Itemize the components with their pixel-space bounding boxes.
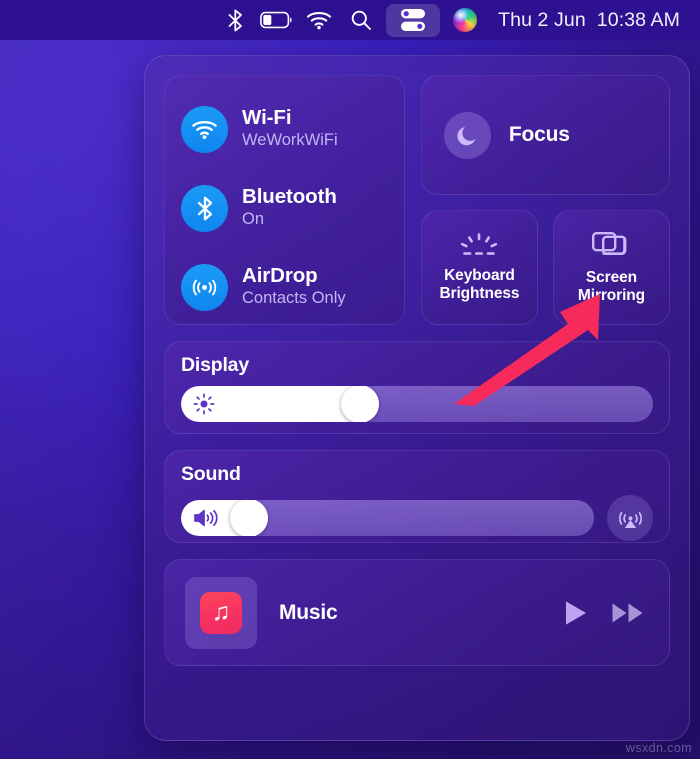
siri-icon[interactable] <box>444 0 486 40</box>
control-center-top-row: Wi-Fi WeWorkWiFi Bluetooth On AirDrop Co… <box>164 75 671 325</box>
fast-forward-icon[interactable] <box>611 599 645 627</box>
battery-icon[interactable] <box>256 0 298 40</box>
keyboard-brightness-line2: Brightness <box>439 285 520 302</box>
music-app-name: Music <box>279 600 338 624</box>
airdrop-text: AirDrop Contacts Only <box>242 264 346 309</box>
bluetooth-icon[interactable] <box>214 0 256 40</box>
wifi-row[interactable]: Wi-Fi WeWorkWiFi <box>181 96 388 162</box>
keyboard-brightness-tile[interactable]: Keyboard Brightness <box>420 210 538 325</box>
display-heading: Display <box>181 354 249 376</box>
bluetooth-icon[interactable] <box>181 184 228 232</box>
display-slider-wrap <box>181 386 653 422</box>
wifi-text: Wi-Fi WeWorkWiFi <box>242 106 338 151</box>
keyboard-brightness-label: Keyboard Brightness <box>439 267 519 304</box>
sound-heading: Sound <box>181 463 241 485</box>
play-icon[interactable] <box>563 599 589 627</box>
sound-volume-slider[interactable] <box>181 500 594 536</box>
airdrop-icon[interactable] <box>181 263 228 311</box>
connectivity-card: Wi-Fi WeWorkWiFi Bluetooth On AirDrop Co… <box>164 75 405 325</box>
watermark: wsxdn.com <box>625 741 692 755</box>
airdrop-status: Contacts Only <box>242 289 346 308</box>
tiles-column: Focus Keyboard Brightness Screen Mirrori… <box>420 75 671 325</box>
bluetooth-title: Bluetooth <box>242 185 337 209</box>
bluetooth-text: Bluetooth On <box>242 185 337 230</box>
bluetooth-row[interactable]: Bluetooth On <box>181 175 388 241</box>
screen-mirroring-tile[interactable]: Screen Mirroring <box>552 210 671 325</box>
airdrop-title: AirDrop <box>242 264 318 288</box>
wifi-title: Wi-Fi <box>242 106 292 130</box>
airdrop-row[interactable]: AirDrop Contacts Only <box>181 254 388 320</box>
bluetooth-status: On <box>242 210 265 229</box>
sound-card: Sound <box>164 450 670 543</box>
brightness-sun-icon <box>193 393 215 415</box>
focus-tile[interactable]: Focus <box>420 75 670 195</box>
music-note-glyph: ♫ <box>200 591 242 634</box>
menu-bar-clock[interactable]: Thu 2 Jun 10:38 AM <box>498 0 684 40</box>
screen-mirroring-line2: Mirroring <box>577 287 646 304</box>
speaker-volume-icon <box>194 509 218 527</box>
sound-slider-knob[interactable] <box>229 500 268 536</box>
wifi-status: WeWorkWiFi <box>242 131 338 150</box>
apple-music-icon[interactable]: ♫ <box>185 576 257 649</box>
keyboard-brightness-icon <box>461 232 498 255</box>
wifi-icon[interactable] <box>181 105 228 153</box>
menu-bar: Thu 2 Jun 10:38 AM <box>0 0 700 40</box>
screen-mirroring-icon <box>592 231 627 255</box>
keyboard-brightness-line1: Keyboard <box>444 266 515 284</box>
music-controls <box>563 599 649 627</box>
display-card: Display <box>164 341 670 434</box>
music-card[interactable]: ♫ Music <box>164 559 670 666</box>
display-brightness-slider[interactable] <box>181 386 653 422</box>
sound-slider-wrap <box>181 495 653 541</box>
search-icon[interactable] <box>340 0 382 40</box>
wifi-icon[interactable] <box>298 0 340 40</box>
control-center-panel: Wi-Fi WeWorkWiFi Bluetooth On AirDrop Co… <box>144 55 690 741</box>
airplay-audio-icon[interactable] <box>607 495 653 541</box>
control-center-icon[interactable] <box>386 3 441 37</box>
screen-mirroring-line1: Screen <box>585 268 638 286</box>
small-tiles-row: Keyboard Brightness Screen Mirroring <box>420 210 671 325</box>
screen-mirroring-label: Screen Mirroring <box>578 269 645 306</box>
focus-label: Focus <box>508 123 570 146</box>
moon-icon <box>443 111 491 159</box>
siri-orb <box>453 8 478 32</box>
display-slider-knob[interactable] <box>341 386 380 422</box>
